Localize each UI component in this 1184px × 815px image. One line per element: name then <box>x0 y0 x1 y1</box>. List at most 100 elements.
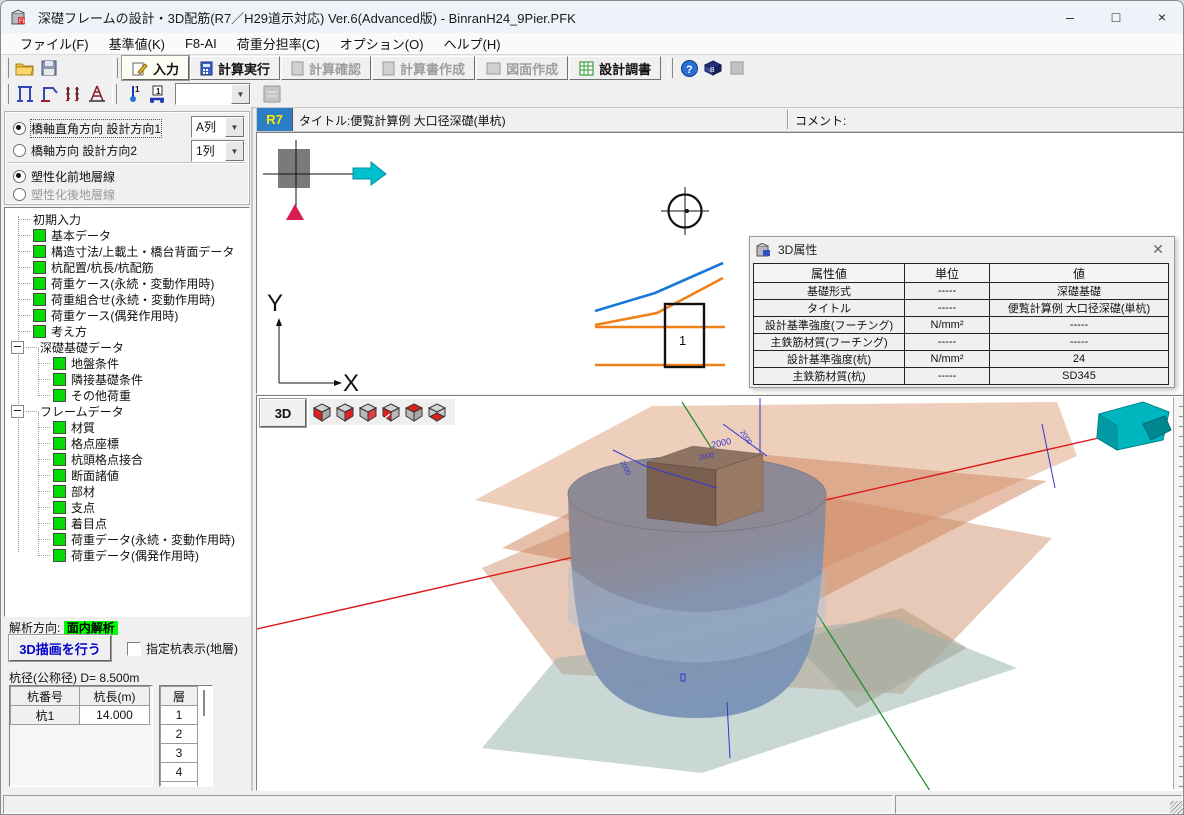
layer-cell[interactable]: 2 <box>161 725 198 744</box>
menu-f8-ai[interactable]: F8-AI <box>176 34 226 53</box>
layer-cell[interactable]: - <box>161 782 198 788</box>
view-3d-pane[interactable]: 2000 2000 2000 2000 3D <box>256 395 1184 791</box>
menu-options[interactable]: オプション(O) <box>331 32 433 55</box>
radio-dot <box>13 170 26 183</box>
viewer-3d-icon[interactable]: B <box>702 57 724 79</box>
camera-gizmo[interactable] <box>1097 402 1171 450</box>
view-3d-mode-button[interactable]: 3D <box>260 399 306 427</box>
table-row: 基礎形式-----深礎基礎 <box>754 283 1169 300</box>
radio-direction-2[interactable]: 橋軸方向 設計方向2 <box>13 142 137 159</box>
layer-cell[interactable]: 3 <box>161 744 198 763</box>
member-number-icon[interactable]: 1 <box>146 83 168 105</box>
help-icon[interactable]: ? <box>678 57 700 79</box>
status-checkbox <box>33 309 46 322</box>
support-point-icon[interactable]: 1 <box>122 83 144 105</box>
collapse-icon[interactable] <box>11 341 24 354</box>
collapse-icon[interactable] <box>11 405 24 418</box>
report-icon <box>382 61 395 76</box>
input-tree: 初期入力 基本データ 構造寸法/上載土・橋台背面データ 杭配置/杭長/杭配筋 荷… <box>4 207 250 617</box>
tree-item[interactable]: 隣接基礎条件 <box>11 371 249 387</box>
tree-item[interactable]: 格点座標 <box>11 435 249 451</box>
calc-run-button[interactable]: 計算実行 <box>190 56 280 80</box>
tree-item[interactable]: 支点 <box>11 499 249 515</box>
cube-top-red-icon[interactable] <box>404 402 424 422</box>
calc-check-button: 計算確認 <box>281 56 371 80</box>
toolbar-grip <box>112 84 117 104</box>
cube-left-red-icon[interactable] <box>312 402 332 422</box>
tree-item[interactable]: 荷重データ(永続・変動作用時) <box>11 531 249 547</box>
window-controls: – □ × <box>1047 1 1184 33</box>
menu-file[interactable]: ファイル(F) <box>11 32 98 55</box>
status-checkbox <box>53 469 66 482</box>
plan-view-pane[interactable]: Y X 1 3D属性 ✕ <box>256 132 1184 394</box>
view-scale-ruler[interactable] <box>1173 397 1183 789</box>
abutment-shape-icon[interactable] <box>38 83 60 105</box>
svg-text:B: B <box>710 67 715 74</box>
minimize-button[interactable]: – <box>1047 1 1093 33</box>
tree-item[interactable]: 断面諸値 <box>11 467 249 483</box>
open-file-icon[interactable] <box>14 57 36 79</box>
draw-3d-button[interactable]: 3D描画を行う <box>9 635 111 661</box>
layer-cell[interactable]: 4 <box>161 763 198 782</box>
toolbar-grip <box>4 84 9 104</box>
column-select[interactable]: A列 ▼ <box>191 116 245 138</box>
r7-tab[interactable]: R7 <box>257 108 293 131</box>
pier-shape-icon[interactable] <box>14 83 36 105</box>
table-row: 杭1 14.000 <box>11 706 150 725</box>
pile-table-col2: 杭長(m) <box>80 687 150 706</box>
tree-item[interactable]: その他荷重 <box>11 387 249 403</box>
tree-branch[interactable]: フレームデータ <box>11 403 249 419</box>
status-checkbox <box>53 389 66 402</box>
show-pile-option[interactable]: 指定杭表示(地層) <box>127 640 238 657</box>
menu-load-share[interactable]: 荷重分担率(C) <box>228 32 329 55</box>
cube-bottom-red-icon[interactable] <box>427 402 447 422</box>
pile-length-cell[interactable]: 14.000 <box>80 706 150 725</box>
cube-back-red-icon[interactable] <box>381 402 401 422</box>
pile-row-header[interactable]: 杭1 <box>11 706 80 725</box>
close-button[interactable]: × <box>1139 1 1184 33</box>
status-checkbox <box>53 357 66 370</box>
cube-right-red-icon[interactable] <box>335 402 355 422</box>
cube-front-red-icon[interactable] <box>358 402 378 422</box>
tree-item[interactable]: 着目点 <box>11 515 249 531</box>
selection-dropdown[interactable]: ▼ <box>175 83 251 105</box>
tree-item[interactable]: 荷重データ(偶発作用時) <box>11 547 249 563</box>
tree-item[interactable]: 杭配置/杭長/杭配筋 <box>11 259 249 275</box>
layer-cell[interactable]: 1 <box>161 706 198 725</box>
unit-col-header: 単位 <box>905 264 990 283</box>
input-mode-button[interactable]: 入力 <box>122 56 189 80</box>
resize-grip[interactable] <box>1170 801 1183 814</box>
svg-text:F8: F8 <box>19 19 27 25</box>
tree-item[interactable]: 荷重組合せ(永続・変動作用時) <box>11 291 249 307</box>
calc-check-icon <box>291 61 304 76</box>
tree-item[interactable]: 荷重ケース(偶発作用時) <box>11 307 249 323</box>
tree-branch[interactable]: 深礎基礎データ <box>11 339 249 355</box>
tree-item[interactable]: 地盤条件 <box>11 355 249 371</box>
tree-item[interactable]: 初期入力 <box>11 211 249 227</box>
tree-item[interactable]: 材質 <box>11 419 249 435</box>
tree-item[interactable]: 杭頭格点接合 <box>11 451 249 467</box>
pile-group-icon[interactable] <box>62 83 84 105</box>
status-section-right <box>895 795 1183 814</box>
radio-layer-before[interactable]: 塑性化前地層線 <box>13 168 115 185</box>
maximize-button[interactable]: □ <box>1093 1 1139 33</box>
dialog-title-bar[interactable]: 3D属性 ✕ <box>750 237 1174 262</box>
table-row: 主鉄筋材質(フーチング)---------- <box>754 334 1169 351</box>
tree-item[interactable]: 基本データ <box>11 227 249 243</box>
checkbox-icon[interactable] <box>127 642 141 656</box>
tower-frame-icon[interactable] <box>86 83 108 105</box>
tree-item[interactable]: 構造寸法/上載土・橋台背面データ <box>11 243 249 259</box>
radio-direction-1[interactable]: 橋軸直角方向 設計方向1 <box>13 120 161 137</box>
menu-help[interactable]: ヘルプ(H) <box>435 32 510 55</box>
tree-item[interactable]: 荷重ケース(永続・変動作用時) <box>11 275 249 291</box>
design-record-button[interactable]: 設計調書 <box>569 56 661 80</box>
tree-item[interactable]: 部材 <box>11 483 249 499</box>
divider <box>787 110 789 129</box>
scrollbar-thumb[interactable] <box>203 690 205 716</box>
menu-standard-values[interactable]: 基準値(K) <box>100 32 174 55</box>
row-select[interactable]: 1列 ▼ <box>191 140 245 162</box>
tree-item[interactable]: 考え方 <box>11 323 249 339</box>
dialog-close-icon[interactable]: ✕ <box>1148 241 1168 258</box>
toolbar-grip <box>113 58 118 78</box>
save-file-icon[interactable] <box>38 57 60 79</box>
